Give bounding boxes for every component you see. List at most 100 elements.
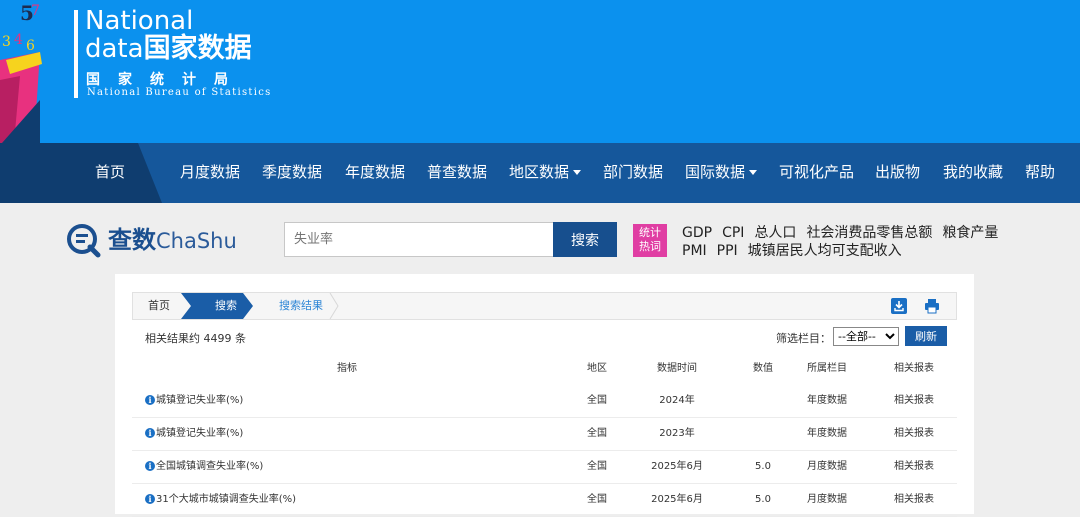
nav-label: 出版物 — [875, 163, 921, 181]
nav-label: 年度数据 — [345, 163, 406, 181]
logo-bureau-en: National Bureau of Statistics — [87, 87, 272, 98]
category-cell: 月度数据 — [807, 461, 847, 472]
hot-words-line-1: GDP CPI 总人口 社会消费品零售总额 粮食产量 — [682, 222, 1008, 242]
indicator-cell[interactable]: i 全国城镇调查失业率(%) — [145, 451, 263, 483]
indicator-name[interactable]: 城镇登记失业率(%) — [156, 395, 243, 406]
report-link[interactable]: 相关报表 — [884, 484, 944, 516]
category-cell: 月度数据 — [807, 494, 847, 505]
info-icon[interactable]: i — [145, 428, 155, 438]
nav-item-monthly[interactable]: 月度数据 — [180, 143, 240, 203]
nav-item-regional[interactable]: 地区数据 — [509, 143, 582, 203]
nav-label: 国际数据 — [685, 163, 746, 181]
logo-national: National — [85, 6, 194, 36]
nav-item-quarterly[interactable]: 季度数据 — [262, 143, 322, 203]
nav-item-favorites[interactable]: 我的收藏 — [943, 143, 1003, 203]
hot-badge-line2: 热词 — [639, 240, 661, 253]
header-value: 数值 — [753, 363, 773, 374]
hot-word-link[interactable]: PMI — [682, 243, 707, 259]
table-header-row: 指标 地区 数据时间 数值 所属栏目 相关报表 — [132, 353, 957, 385]
hot-words-line-2: PMI PPI 城镇居民人均可支配收入 — [682, 240, 912, 260]
indicator-name[interactable]: 31个大城市城镇调查失业率(%) — [156, 494, 296, 505]
chashu-logo-text: 查数ChaShu — [108, 225, 237, 256]
download-icon[interactable] — [891, 298, 907, 314]
svg-text:7: 7 — [31, 3, 40, 19]
header-indicator: 指标 — [337, 363, 357, 374]
print-icon[interactable] — [924, 298, 940, 314]
indicator-cell[interactable]: i 31个大城市城镇调查失业率(%) — [145, 484, 296, 516]
breadcrumb-results: 搜索结果 — [279, 299, 323, 312]
nav-item-publications[interactable]: 出版物 — [875, 143, 920, 203]
table-row: i 城镇登记失业率(%) 全国 2023年 年度数据 相关报表 — [132, 418, 957, 451]
hot-word-link[interactable]: PPI — [717, 243, 738, 259]
search-button[interactable]: 搜索 — [553, 222, 617, 257]
main-nav: 首页 月度数据 季度数据 年度数据 普查数据 地区数据 部门数据 国际数据 可视… — [0, 143, 1080, 203]
chashu-logo-icon — [67, 224, 101, 258]
indicator-name[interactable]: 全国城镇调查失业率(%) — [156, 461, 263, 472]
svg-text:4: 4 — [14, 32, 23, 48]
results-panel: 首页 搜索 搜索结果 相关结果约 4499 条 筛选栏目： --全部-- 刷新 … — [115, 274, 974, 517]
nav-label: 我的收藏 — [943, 163, 1004, 181]
nav-label: 可视化产品 — [779, 163, 855, 181]
breadcrumb-search[interactable]: 搜索 — [181, 293, 253, 319]
nav-item-department[interactable]: 部门数据 — [603, 143, 663, 203]
region-cell: 全国 — [587, 461, 607, 472]
table-row: i 城镇登记失业率(%) 全国 2024年 年度数据 相关报表 — [132, 385, 957, 418]
logo-data-word: data — [85, 34, 144, 64]
report-link[interactable]: 相关报表 — [884, 385, 944, 417]
hot-word-link[interactable]: 城镇居民人均可支配收入 — [748, 243, 902, 259]
indicator-name[interactable]: 城镇登记失业率(%) — [156, 428, 243, 439]
search-input[interactable] — [284, 222, 554, 257]
logo-divider — [74, 10, 78, 98]
hot-word-link[interactable]: 社会消费品零售总额 — [806, 225, 932, 241]
time-cell: 2025年6月 — [651, 461, 703, 472]
chashu-logo-cn: 查数 — [108, 226, 156, 254]
logo-bureau-cn: 国家统计局 — [86, 72, 246, 88]
hot-badge-line1: 统计 — [639, 226, 661, 239]
chevron-down-icon — [573, 170, 582, 175]
nav-label: 帮助 — [1025, 163, 1056, 181]
category-cell: 年度数据 — [807, 395, 847, 406]
report-link[interactable]: 相关报表 — [884, 418, 944, 450]
header-report: 相关报表 — [894, 363, 934, 374]
nav-label: 普查数据 — [427, 163, 488, 181]
nav-label: 地区数据 — [509, 163, 570, 181]
hot-word-link[interactable]: 粮食产量 — [942, 225, 998, 241]
breadcrumb-home[interactable]: 首页 — [148, 293, 170, 319]
svg-text:3: 3 — [2, 34, 11, 50]
chevron-down-icon — [749, 170, 758, 175]
category-cell: 年度数据 — [807, 428, 847, 439]
site-header: 5 7 3 4 6 National data国家数据 国家统计局 Nation… — [0, 0, 1080, 143]
result-toolbar: 相关结果约 4499 条 筛选栏目： --全部-- 刷新 — [132, 321, 957, 353]
table-row: i 全国城镇调查失业率(%) 全国 2025年6月 5.0 月度数据 相关报表 — [132, 451, 957, 484]
header-category: 所属栏目 — [807, 363, 847, 374]
indicator-cell[interactable]: i 城镇登记失业率(%) — [145, 418, 243, 450]
nav-label: 部门数据 — [603, 163, 664, 181]
region-cell: 全国 — [587, 494, 607, 505]
nav-item-annual[interactable]: 年度数据 — [345, 143, 405, 203]
info-icon[interactable]: i — [145, 395, 155, 405]
info-icon[interactable]: i — [145, 461, 155, 471]
search-area: 查数ChaShu 搜索 统计 热词 GDP CPI 总人口社会消费品零售总额粮食产量… — [0, 203, 1080, 273]
breadcrumb-separator — [329, 293, 339, 319]
nav-item-help[interactable]: 帮助 — [1025, 143, 1055, 203]
nav-item-visualization[interactable]: 可视化产品 — [779, 143, 854, 203]
results-table: 指标 地区 数据时间 数值 所属栏目 相关报表 i 城镇登记失业率(%) 全国 2… — [132, 353, 957, 517]
hot-word-link[interactable]: CPI — [722, 225, 744, 241]
table-row: i 31个大城市城镇调查失业率(%) 全国 2025年6月 5.0 月度数据 相关… — [132, 484, 957, 517]
nav-item-international[interactable]: 国际数据 — [685, 143, 758, 203]
value-cell: 5.0 — [755, 494, 771, 505]
hot-word-link[interactable]: 总人口 — [754, 225, 796, 241]
info-icon[interactable]: i — [145, 494, 155, 504]
hot-word-link[interactable]: GDP — [682, 225, 712, 241]
chashu-logo-en: ChaShu — [156, 229, 237, 253]
nav-item-home[interactable]: 首页 — [95, 143, 125, 203]
time-cell: 2025年6月 — [651, 494, 703, 505]
logo-data: data国家数据 — [85, 33, 252, 65]
report-link[interactable]: 相关报表 — [884, 451, 944, 483]
indicator-cell[interactable]: i 城镇登记失业率(%) — [145, 385, 243, 417]
header-time: 数据时间 — [657, 363, 697, 374]
refresh-button[interactable]: 刷新 — [905, 326, 947, 346]
filter-select[interactable]: --全部-- — [833, 327, 899, 346]
svg-text:6: 6 — [26, 38, 35, 54]
nav-item-census[interactable]: 普查数据 — [427, 143, 487, 203]
